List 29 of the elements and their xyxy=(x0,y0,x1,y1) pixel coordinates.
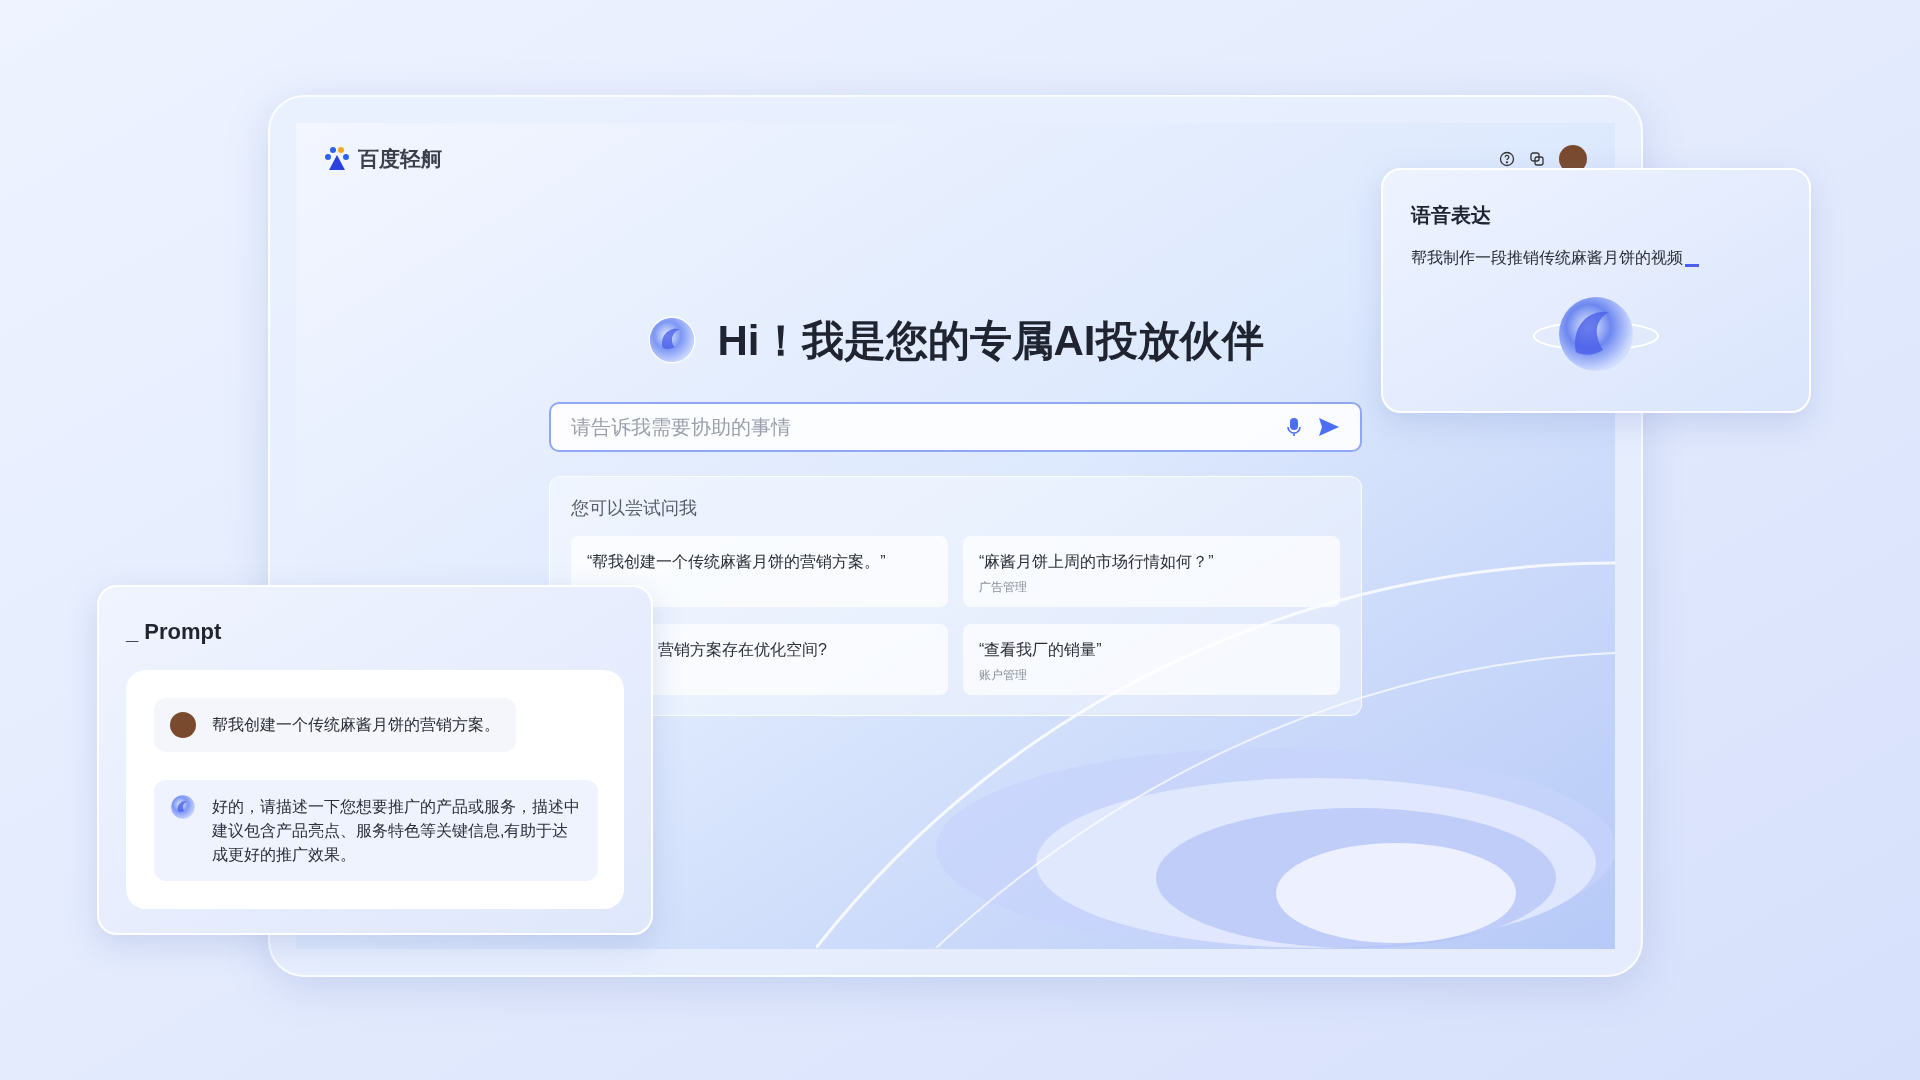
suggestion-text: “麻酱月饼上周的市场行情如何？” xyxy=(979,551,1215,572)
copy-icon[interactable] xyxy=(1529,150,1545,167)
microphone-icon[interactable] xyxy=(1286,416,1302,437)
message-text: 帮我创建一个传统麻酱月饼的营销方案。 xyxy=(212,715,500,735)
search-field[interactable]: 请告诉我需要协助的事情 xyxy=(571,411,1270,442)
suggestion-card[interactable]: “帮我创建一个传统麻酱月饼的营销方案。” xyxy=(571,535,948,607)
send-icon[interactable] xyxy=(1318,416,1340,437)
assistant-orb-icon xyxy=(647,316,696,364)
app-name: 百度轻舸 xyxy=(358,146,442,172)
logo-icon xyxy=(324,146,350,171)
assistant-avatar-icon xyxy=(170,794,196,820)
greeting-title: Hi！我是您的专属AI投放伙伴 xyxy=(717,315,1264,366)
suggestion-category: 账户管理 xyxy=(979,666,1028,684)
suggestion-category: 广告管理 xyxy=(979,578,1028,596)
suggestions-title: 您可以尝试问我 xyxy=(571,496,698,520)
search-bar[interactable]: 请告诉我需要协助的事情 xyxy=(549,401,1362,452)
suggestion-card[interactable]: “麻酱月饼上周的市场行情如何？” 广告管理 xyxy=(963,535,1340,607)
text-cursor xyxy=(1685,264,1699,267)
message-text: 好的，请描述一下您想要推广的产品或服务，描述中建议包含产品亮点、服务特色等关键信息,有助于达成更好的推广效果。 xyxy=(212,797,581,865)
avatar xyxy=(170,712,196,738)
voice-title: 语音表达 xyxy=(1411,203,1492,228)
suggestion-text: “查看我厂的销量” xyxy=(979,639,1103,660)
voice-orb-icon xyxy=(1531,294,1661,374)
suggestion-card[interactable]: “查看我厂的销量” 账户管理 xyxy=(963,623,1340,695)
suggestion-text: 营销方案存在优化空间? xyxy=(657,639,828,660)
prompt-title: _ Prompt xyxy=(126,618,223,646)
suggestion-text: “帮我创建一个传统麻酱月饼的营销方案。” xyxy=(587,551,887,572)
help-icon[interactable] xyxy=(1499,150,1515,167)
voice-transcript: 帮我制作一段推销传统麻酱月饼的视频 xyxy=(1411,248,1683,268)
